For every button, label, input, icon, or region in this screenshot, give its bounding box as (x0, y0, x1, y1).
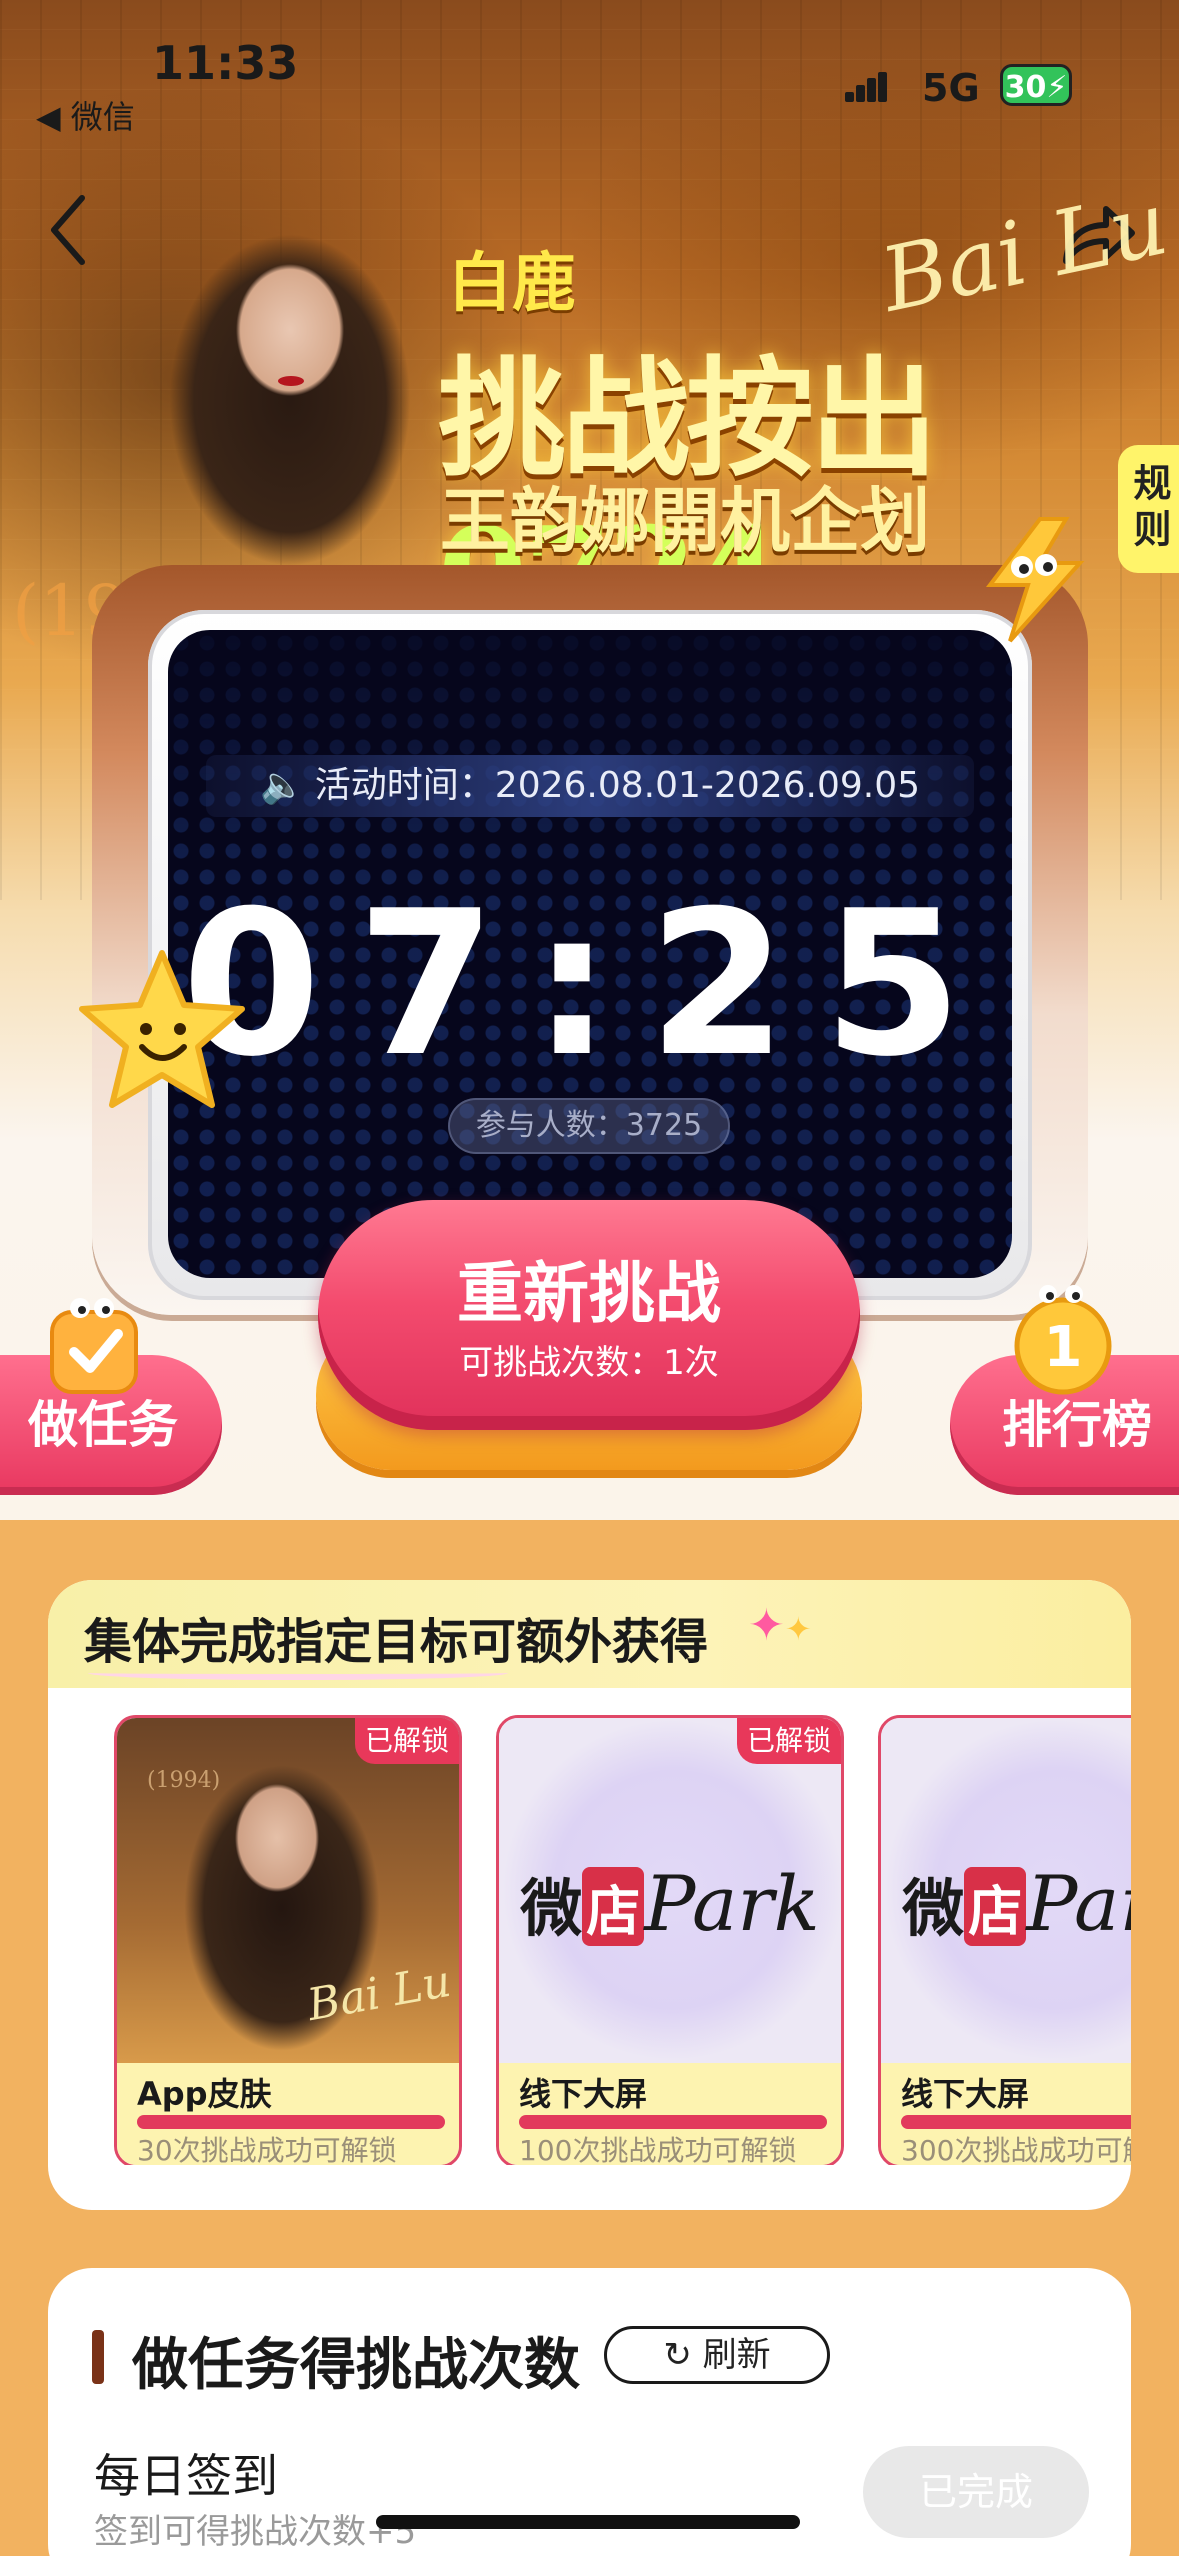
task-name: 每日签到 (94, 2449, 278, 2503)
reward-year: (1994) (147, 1768, 221, 1793)
speaker-icon: 🔈 (259, 765, 305, 806)
reward-image-weidian-park: 微店Park (881, 1718, 1131, 2063)
svg-text:1: 1 (1044, 1315, 1083, 1380)
battery-level: 30 (1004, 70, 1047, 105)
hero-name: 白鹿 (448, 246, 576, 321)
reward-condition: 300次挑战成功可解锁 (901, 2134, 1131, 2165)
rules-tab[interactable]: 规则 (1118, 445, 1179, 573)
checkbox-mascot-icon (50, 1298, 138, 1394)
activity-time-bar: 🔈 活动时间：2026.08.01-2026.09.05 (206, 755, 974, 817)
battery-icon: 30⚡ (1000, 64, 1072, 106)
hero-subtitle: 王韵娜開机企划 (440, 479, 930, 562)
task-completed-button[interactable]: 已完成 (863, 2446, 1089, 2538)
celebrity-portrait (140, 200, 440, 580)
back-arrow-icon[interactable] (40, 190, 100, 270)
retry-challenge-button[interactable]: 重新挑战 可挑战次数：1次 (318, 1200, 860, 1430)
reward-name: 线下大屏 (901, 2075, 1030, 2113)
network-label: 5G (922, 66, 980, 110)
activity-time-text: 活动时间：2026.08.01-2026.09.05 (314, 765, 921, 806)
reward-item[interactable]: 微店Park 已解锁 线下大屏 100次挑战成功可解锁 (496, 1715, 844, 2165)
weidian-park-logo: 微店Park (902, 1859, 1131, 1948)
reward-item[interactable]: 微店Park 线下大屏 300次挑战成功可解锁 (878, 1715, 1131, 2165)
task-description: 签到可得挑战次数+5 (94, 2512, 417, 2552)
sparkle-icon: ✦✦ (748, 1600, 812, 1651)
status-time: 11:33 (152, 36, 299, 90)
reward-name: 线下大屏 (519, 2075, 648, 2113)
refresh-label: 刷新 (702, 2335, 771, 2375)
reward-condition: 100次挑战成功可解锁 (519, 2134, 797, 2165)
smiling-star-icon (79, 950, 245, 1108)
reward-image-portrait: (1994) Bai Lu (117, 1718, 459, 2063)
rewards-carousel[interactable]: (1994) Bai Lu 已解锁 App皮肤 30次挑战成功可解锁 微店Par… (114, 1715, 1131, 2165)
unlocked-badge: 已解锁 (355, 1718, 459, 1764)
home-indicator[interactable] (376, 2515, 800, 2529)
reward-signature: Bai Lu (303, 1955, 455, 2032)
participants-count: 参与人数：3725 (448, 1098, 730, 1154)
rewards-title: 集体完成指定目标可额外获得 (84, 1614, 709, 1670)
reward-name: App皮肤 (137, 2075, 272, 2113)
lightning-mascot-icon (985, 517, 1085, 643)
refresh-icon: ↻ (663, 2335, 692, 2375)
reward-item[interactable]: (1994) Bai Lu 已解锁 App皮肤 30次挑战成功可解锁 (114, 1715, 462, 2165)
remaining-attempts: 可挑战次数：1次 (459, 1343, 719, 1383)
signal-icon (845, 72, 887, 102)
back-to-app-link[interactable]: ◀ 微信 (36, 92, 135, 138)
reward-progress-bar (137, 2115, 445, 2129)
tasks-title: 做任务得挑战次数 (132, 2333, 580, 2398)
refresh-button[interactable]: ↻ 刷新 (604, 2326, 830, 2384)
tasks-card: 做任务得挑战次数 ↻ 刷新 每日签到 签到可得挑战次数+5 已完成 (48, 2268, 1131, 2556)
counter-display: 07:25 (181, 868, 999, 1101)
reward-condition: 30次挑战成功可解锁 (137, 2134, 397, 2165)
reward-image-weidian-park: 微店Park (499, 1718, 841, 2063)
reward-progress-bar (519, 2115, 827, 2129)
rewards-card: 集体完成指定目标可额外获得 ✦✦ (1994) Bai Lu 已解锁 App皮肤… (48, 1580, 1131, 2210)
weidian-park-logo: 微店Park (520, 1859, 820, 1948)
reward-progress-bar (901, 2115, 1131, 2129)
unlocked-badge: 已解锁 (737, 1718, 841, 1764)
rewards-header: 集体完成指定目标可额外获得 ✦✦ (48, 1580, 1131, 1688)
section-marker (92, 2330, 104, 2384)
retry-label: 重新挑战 (457, 1255, 721, 1332)
rank-medal-icon: 1 (1014, 1285, 1112, 1395)
